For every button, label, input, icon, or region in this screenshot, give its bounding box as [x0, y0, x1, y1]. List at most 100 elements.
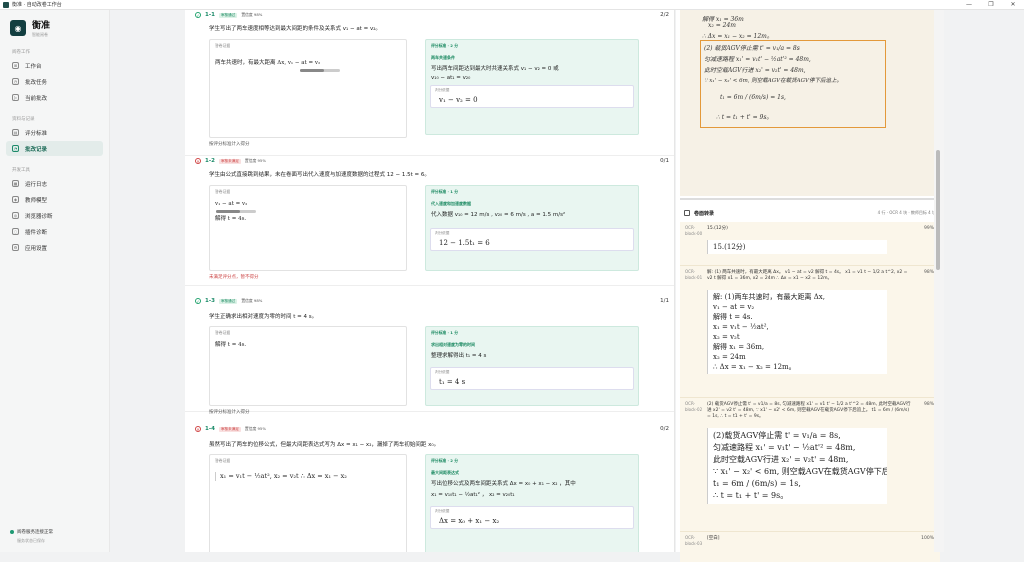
ocr-meta: 4 行 · OCR 4 块 · 教师目标 4 块: [877, 210, 936, 215]
list-item[interactable]: OCR-block-02 (2) 载货AGV停止需 t' = v1/a = 8s…: [680, 398, 940, 532]
status-badge: 审核通过: [218, 12, 238, 18]
nav-section-title: 开发工具: [12, 168, 30, 173]
ocr-raw-text: 解: (1) 两车共速时，有最大距离 Δx。 v1 − at = v2 解得 t…: [707, 270, 908, 281]
grading-note: 按评分标准计入得分: [209, 410, 250, 415]
list-item[interactable]: OCR-block-00 15.(12分) 99% 15.(12分): [680, 222, 940, 266]
confidence: 置信度 95%: [244, 158, 266, 163]
evidence-slider[interactable]: [216, 210, 256, 213]
rendered-line: 解得 x₁ = 36m,: [713, 343, 765, 351]
sidebar-item-label: 评分标准: [25, 130, 48, 137]
confidence: 置信度 95%: [244, 426, 266, 431]
evidence-label: 判分依据: [435, 231, 450, 235]
question-score: 2/2: [660, 12, 669, 18]
rendered-line: 此时空载AGV行进 x₂' = v₂t' = 48m,: [713, 455, 849, 464]
rendered-line: 解: (1)两车共速时，有最大距离 Δx,: [713, 293, 825, 301]
sidebar-item-grading-tasks[interactable]: ◷ 批改任务: [6, 74, 103, 89]
evidence-box: 判分依据 12 − 1.5t₁ = 6: [430, 228, 634, 251]
evidence-formula: 12 − 1.5t₁ = 6: [439, 239, 490, 247]
brand-name: 衡准: [32, 21, 51, 31]
question-id: 1-2: [205, 158, 215, 164]
sidebar-item-app-settings[interactable]: ⚙ 应用设置: [6, 240, 103, 255]
question-card: ✓ 1-1 审核通过 置信度 98% 2/2 学生写出了两车速度相等达到最大间距的条件…: [185, 10, 674, 156]
sidebar-item-workbench[interactable]: ⊞ 工作台: [6, 58, 103, 73]
answer-text: 解得 t = 4s.: [215, 342, 247, 348]
evidence-slider[interactable]: [300, 69, 340, 72]
rendered-line: ∵ x₁' − x₂' < 6m, 则空载AGV在载货AGV停下后追: [713, 467, 887, 476]
ocr-rendered: 15.(12分): [707, 240, 887, 254]
sidebar-item-label: 批改记录: [25, 146, 48, 153]
rendered-line: x₂ = v₂t: [713, 333, 740, 341]
rendered-line: 15.(12分): [713, 243, 746, 251]
grid-icon: ⊞: [12, 62, 19, 69]
rubric-card: 评分标准 · 2 分 两车共速条件 写出两车间距达到最大时共速关系式 v₁ − …: [425, 39, 639, 135]
status-badge: 审核未满足: [218, 426, 241, 432]
page-scrollbar[interactable]: [934, 10, 944, 552]
answer-text: v₁ − at = v₂: [215, 201, 248, 207]
confidence: 置信度 98%: [241, 298, 263, 303]
sidebar-item-grading-records[interactable]: ◔ 批改记录: [6, 141, 103, 156]
rendered-line: t₁ = 6m / (6m/s) = 1s,: [713, 479, 801, 488]
ocr-raw-text: 15.(12分): [707, 226, 728, 231]
rendered-line: ∴ t = t₁ + t' = 9s。: [713, 491, 789, 500]
close-button[interactable]: ✕: [1002, 0, 1024, 10]
question-id: 1-4: [205, 426, 215, 432]
check-icon: ✓: [195, 298, 201, 304]
answer-evidence: 答卷证据 v₁ − at = v₂ 解得 t = 4s.: [209, 185, 407, 271]
answer-evidence: 答卷证据 两车共速时，有最大距离 Δx, v₁ − at = v₂: [209, 39, 407, 138]
service-status-text: 阅卷服务连接正常: [17, 530, 53, 535]
answer-evidence: 答卷证据 x₁ = v₁t − ½at², x₂ = v₂t ∴ Δx = x₁…: [209, 454, 407, 552]
rubric-description: 代入数据 v₁₀ = 12 m/s , v₂₀ = 6 m/s , a = 1.…: [431, 212, 566, 218]
rendered-line: x₁ = v₁t − ½at²,: [713, 323, 769, 331]
sidebar-item-plugin-diagnostics[interactable]: ◌ 插件诊断: [6, 224, 103, 239]
question-id: 1-3: [205, 298, 215, 304]
question-card: ✕ 1-2 审核未满足 置信度 95% 0/1 学生由公式直接跳到结果，未在卷面写出代…: [185, 156, 674, 286]
ocr-header: 卷面转录 4 行 · OCR 4 块 · 教师目标 4 块: [680, 206, 938, 220]
grading-note: 未满足评分点，暂不得分: [209, 275, 259, 280]
nav-section-title: 资料与记录: [12, 117, 35, 122]
sidebar-item-label: 工作台: [25, 63, 42, 70]
sidebar-item-teacher-model[interactable]: ◈ 教师模型: [6, 192, 103, 207]
minimize-button[interactable]: —: [958, 0, 980, 10]
maximize-button[interactable]: ❐: [980, 0, 1002, 10]
rubric-name: 最大间距表达式: [431, 470, 459, 475]
rubric-label: 评分标准 · 2 分: [431, 458, 459, 463]
sidebar-item-rubrics[interactable]: ▤ 评分标准: [6, 125, 103, 140]
sidebar-item-current-grading[interactable]: ▷ 当前批改: [6, 90, 103, 105]
question-description: 学生正确求出相对速度为零的时间 t = 4 s。: [209, 314, 318, 320]
history-icon: ◔: [12, 145, 19, 152]
sidebar-item-browser-diagnostics[interactable]: ◎ 浏览器诊断: [6, 208, 103, 223]
sidebar-item-run-logs[interactable]: ▦ 运行日志: [6, 176, 103, 191]
document-icon: [684, 210, 690, 216]
ocr-confidence: 98%: [923, 270, 934, 275]
list-item[interactable]: OCR-block-01 解: (1) 两车共速时，有最大距离 Δx。 v1 −…: [680, 266, 940, 398]
ocr-block-id: OCR-block-02: [685, 401, 703, 412]
rubric-description: 写出位移公式及两车间距关系式 Δx = x₀ + x₁ − x₂ ，其中: [431, 481, 576, 487]
answer-label: 答卷证据: [215, 330, 231, 335]
cross-icon: ✕: [195, 158, 201, 164]
rubric-name: 求出相对速度为零的时间: [431, 342, 475, 347]
rubric-label: 评分标准 · 1 分: [431, 330, 459, 335]
handwriting-line: x₂ = 24m: [708, 22, 736, 29]
right-gutter: [944, 10, 1024, 552]
clock-icon: ◷: [12, 78, 19, 85]
ocr-confidence: 100%: [921, 536, 934, 541]
check-icon: ✓: [195, 12, 201, 18]
nav-section-title: 阅卷工作: [12, 50, 30, 55]
evidence-box: 判分依据 t₁ = 4 s: [430, 367, 634, 390]
sidebar-item-label: 应用设置: [25, 245, 48, 252]
ocr-block-list[interactable]: OCR-block-00 15.(12分) 99% 15.(12分) OCR-b…: [680, 222, 940, 562]
evidence-label: 判分依据: [435, 88, 450, 92]
answer-sheet-image[interactable]: 解得 x₁ = 36m x₂ = 24m ∴ Δx = x₁ − x₂ = 12…: [680, 10, 934, 196]
sidebar: ◉ 衡准 智能阅卷 阅卷工作 ⊞ 工作台 ◷ 批改任务 ▷ 当前批改 资料与记录 ▤ 评…: [0, 10, 110, 552]
evidence-formula: t₁ = 4 s: [439, 378, 466, 386]
image-h-scrollbar[interactable]: [680, 198, 934, 200]
rubric-description-2: x₁ = v₁₀t₁ − ½at₁² ， x₂ = v₂₀t₁: [431, 492, 515, 498]
brand-logo-icon: ◉: [10, 20, 26, 36]
list-item[interactable]: OCR-block-03 [空白] 100%: [680, 532, 940, 562]
answer-evidence: 答卷证据 解得 t = 4s.: [209, 326, 407, 406]
brand-subtitle: 智能阅卷: [32, 32, 48, 37]
grading-results-panel[interactable]: ✓ 1-1 审核通过 置信度 98% 2/2 学生写出了两车速度相等达到最大间距的条件…: [185, 10, 675, 552]
sidebar-item-label: 插件诊断: [25, 229, 48, 236]
sidebar-item-label: 浏览器诊断: [25, 213, 53, 220]
answer-text: 两车共速时，有最大距离 Δx, v₁ − at = v₂: [215, 60, 321, 66]
